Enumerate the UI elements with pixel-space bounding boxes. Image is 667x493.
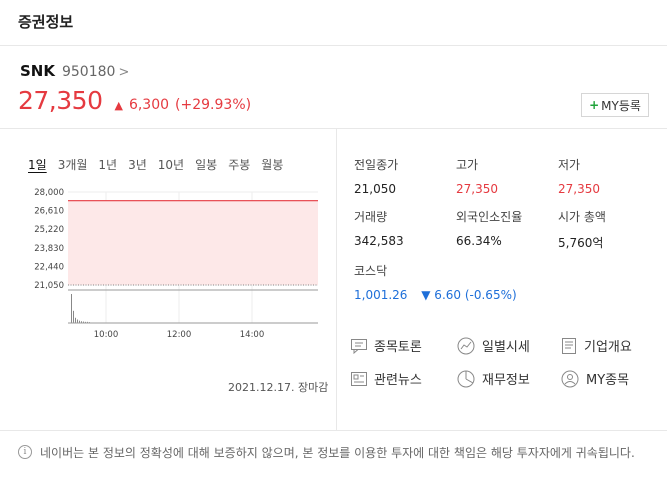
period-tab[interactable]: 월봉 <box>261 156 283 173</box>
stock-name[interactable]: SNK <box>20 62 55 80</box>
price-row: 27,350 ▲ 6,300 (+29.93%) <box>18 86 251 115</box>
stat-low: 저가 27,350 <box>558 156 658 196</box>
stat-label: 시가 총액 <box>558 210 606 224</box>
period-tab[interactable]: 10년 <box>158 156 184 173</box>
price-change: 6,300 <box>128 97 170 113</box>
x-tick-label: 12:00 <box>167 330 192 340</box>
kosdaq-value-row: 1,001.26 ▼ 6.60 (-0.65%) <box>354 288 594 302</box>
header: 증권정보 <box>0 0 667 46</box>
period-tab[interactable]: 일봉 <box>195 156 217 173</box>
disclaimer: 네이버는 본 정보의 정확성에 대해 보증하지 않으며, 본 정보를 이용한 투… <box>40 446 635 460</box>
y-tick-label: 21,050 <box>34 281 64 291</box>
stat-label: 코스닥 <box>354 264 388 278</box>
vertical-divider <box>336 128 337 430</box>
stat-label: 외국인소진율 <box>456 210 523 224</box>
period-tabs: 1일 3개월 1년 3년 10년 일봉 주봉 월봉 <box>28 156 294 173</box>
chevron-right-icon[interactable]: > <box>118 65 129 80</box>
link-company-overview[interactable]: 기업개요 <box>560 336 632 355</box>
y-tick-label: 23,830 <box>34 244 64 254</box>
link-label[interactable]: 일별시세 <box>482 336 530 355</box>
section-title: 증권정보 <box>18 13 74 31</box>
link-label[interactable]: 기업개요 <box>584 336 632 355</box>
chart-svg: 28,000 26,610 25,220 23,830 22,440 21,050 10:0… <box>34 188 318 340</box>
stat-foreign: 외국인소진율 66.34% <box>456 208 556 248</box>
stock-name-link[interactable]: SNK 950180 > <box>20 62 129 80</box>
volume-bar <box>73 310 74 323</box>
stat-value: 5,760억 <box>558 236 604 250</box>
stat-value: 66.34% <box>456 234 502 248</box>
stat-high: 고가 27,350 <box>456 156 556 196</box>
stat-label: 전일종가 <box>354 158 399 172</box>
kosdaq-change: ▼ 6.60 (-0.65%) <box>421 288 517 302</box>
stat-value: 27,350 <box>456 182 498 196</box>
document-icon <box>562 337 576 354</box>
link-label[interactable]: 종목토론 <box>374 336 422 355</box>
stock-code[interactable]: 950180 <box>62 64 115 80</box>
discussion-icon <box>351 338 367 354</box>
volume-bar <box>77 319 78 323</box>
volume-bar <box>71 294 72 323</box>
current-price: 27,350 <box>18 86 103 115</box>
link-label[interactable]: 관련뉴스 <box>374 369 422 388</box>
link-related-news[interactable]: 관련뉴스 <box>350 369 422 388</box>
stat-label: 거래량 <box>354 210 388 224</box>
quick-links: 종목토론 일별시세 기업개요 관련뉴스 재무정보 MY종목 <box>350 336 660 396</box>
news-icon <box>351 371 367 386</box>
stat-label: 저가 <box>558 158 581 172</box>
footer: i 네이버는 본 정보의 정확성에 대해 보증하지 않으며, 본 정보를 이용한… <box>0 430 667 493</box>
price-change-percent: (+29.93%) <box>175 97 252 113</box>
stat-value: 21,050 <box>354 182 396 196</box>
kosdaq-value: 1,001.26 <box>354 288 408 302</box>
stat-prev-close: 전일종가 21,050 <box>354 156 454 196</box>
up-arrow-icon: ▲ <box>114 99 123 112</box>
pie-chart-icon <box>457 370 475 387</box>
link-label[interactable]: 재무정보 <box>482 369 530 388</box>
stat-value: 342,583 <box>354 234 404 248</box>
volume-bar <box>75 317 76 323</box>
user-icon <box>561 370 579 387</box>
period-tab[interactable]: 3년 <box>128 156 147 173</box>
trend-icon <box>457 337 475 354</box>
period-tab[interactable]: 3개월 <box>58 156 88 173</box>
y-tick-label: 26,610 <box>34 207 64 217</box>
price-area <box>68 200 318 285</box>
y-tick-label: 22,440 <box>34 262 64 272</box>
price-chart: 28,000 26,610 25,220 23,830 22,440 21,050 10:0… <box>18 184 322 344</box>
stat-kosdaq: 코스닥 1,001.26 ▼ 6.60 (-0.65%) <box>354 262 594 302</box>
y-tick-label: 25,220 <box>34 225 64 235</box>
link-my-stocks[interactable]: MY종목 <box>560 369 629 388</box>
period-tab[interactable]: 주봉 <box>228 156 250 173</box>
stat-volume: 거래량 342,583 <box>354 208 454 248</box>
x-tick-label: 10:00 <box>94 330 119 340</box>
link-label[interactable]: MY종목 <box>586 369 629 388</box>
x-tick-label: 14:00 <box>240 330 265 340</box>
my-register-button[interactable]: + MY등록 <box>581 93 649 117</box>
plus-icon: + <box>589 98 600 112</box>
period-tab[interactable]: 1년 <box>98 156 117 173</box>
divider <box>0 128 667 129</box>
stat-label: 고가 <box>456 158 479 172</box>
y-tick-label: 28,000 <box>34 188 64 198</box>
stat-value: 27,350 <box>558 182 600 196</box>
period-tab[interactable]: 1일 <box>28 156 47 173</box>
chart-date: 2021.12.17. 장마감 <box>228 381 329 394</box>
info-icon: i <box>18 445 32 459</box>
link-daily-price[interactable]: 일별시세 <box>456 336 530 355</box>
link-discussion[interactable]: 종목토론 <box>350 336 422 355</box>
link-financials[interactable]: 재무정보 <box>456 369 530 388</box>
my-register-label: MY등록 <box>601 98 641 113</box>
stat-market-cap: 시가 총액 5,760억 <box>558 208 658 251</box>
